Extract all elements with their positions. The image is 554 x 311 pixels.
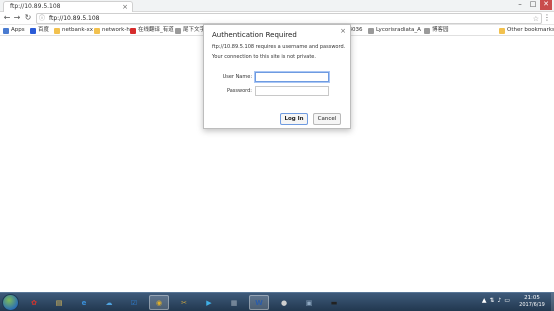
page-icon xyxy=(424,27,430,34)
screen: ftp://10.89.5.108 × – □ ✕ ← → ↻ ⓘ ftp://… xyxy=(0,0,554,311)
menu-dots-icon[interactable]: ⋮ xyxy=(543,13,551,23)
address-text: ftp://10.89.5.108 xyxy=(49,15,100,22)
tray-arrow-icon[interactable]: ▲ xyxy=(482,297,487,308)
close-icon[interactable]: × xyxy=(340,27,346,35)
username-input[interactable] xyxy=(255,72,329,82)
clock-date: 2017/6/19 xyxy=(519,302,545,308)
bookmark-cnblogs[interactable]: 博客园 xyxy=(424,25,449,36)
tools-icon[interactable]: ✂ xyxy=(174,295,194,310)
chrome-glyph: ◉ xyxy=(155,298,163,307)
network-glyph: ▣ xyxy=(305,298,313,307)
page-icon xyxy=(368,27,374,34)
chrome-icon[interactable]: ◉ xyxy=(149,295,169,310)
page-info-icon[interactable]: ⓘ xyxy=(39,14,45,24)
apps-icon xyxy=(3,27,9,34)
forward-arrow-icon[interactable]: → xyxy=(12,13,22,23)
terminal-glyph: ▬ xyxy=(330,298,338,307)
explorer-icon[interactable]: ▤ xyxy=(49,295,69,310)
calculator-glyph: ▦ xyxy=(230,298,238,307)
page-icon xyxy=(175,27,181,34)
volume-icon[interactable]: ♪ xyxy=(497,297,501,308)
dialog-warning: Your connection to this site is not priv… xyxy=(212,54,316,60)
bookmark-apps[interactable]: Apps xyxy=(3,25,25,36)
dialog-title: Authentication Required xyxy=(212,31,297,39)
paint-icon[interactable]: ● xyxy=(274,295,294,310)
close-window-button[interactable]: ✕ xyxy=(540,0,552,10)
cloud-icon[interactable]: ☁ xyxy=(99,295,119,310)
tab-strip: ftp://10.89.5.108 × – □ ✕ xyxy=(0,0,554,12)
ie-glyph: e xyxy=(81,298,87,307)
ie-icon[interactable]: e xyxy=(74,295,94,310)
paint-glyph: ● xyxy=(280,298,288,307)
minimize-button[interactable]: – xyxy=(514,0,526,10)
login-button[interactable]: Log In xyxy=(280,113,308,125)
clock[interactable]: 21:05 2017/6/19 xyxy=(514,295,550,309)
baidu-icon xyxy=(30,27,36,34)
calculator-icon[interactable]: ▦ xyxy=(224,295,244,310)
folder-icon xyxy=(499,27,505,34)
battery-icon[interactable]: ▭ xyxy=(504,297,510,308)
huawei-app-glyph: ✿ xyxy=(31,298,37,307)
reload-icon[interactable]: ↻ xyxy=(23,13,33,23)
network-tray-icon[interactable]: ⇅ xyxy=(489,297,494,308)
cloud-glyph: ☁ xyxy=(105,298,113,307)
browser-tab[interactable]: ftp://10.89.5.108 × xyxy=(3,1,133,12)
maximize-button[interactable]: □ xyxy=(527,0,539,10)
password-input[interactable] xyxy=(255,86,329,96)
media-player-glyph: ▶ xyxy=(206,298,212,307)
huawei-app-icon[interactable]: ✿ xyxy=(24,295,44,310)
media-player-icon[interactable]: ▶ xyxy=(199,295,219,310)
bookmark-other[interactable]: Other bookmarks xyxy=(499,25,554,36)
bookmark-youdao[interactable]: 在线翻译_有道 xyxy=(130,25,174,36)
network-icon[interactable]: ▣ xyxy=(299,295,319,310)
bookmark-baidu[interactable]: 百度 xyxy=(30,25,49,36)
username-label: User Name: xyxy=(222,74,252,80)
checklist-glyph: ☑ xyxy=(130,298,138,307)
password-label: Password: xyxy=(226,88,252,94)
system-tray: ▲ ⇅ ♪ ▭ xyxy=(482,297,510,308)
bookmark-lycoris[interactable]: Lycorisradiata_A xyxy=(368,25,421,36)
youdao-icon xyxy=(130,27,136,34)
folder-icon xyxy=(94,27,100,34)
address-bar[interactable]: ⓘ ftp://10.89.5.108 ☆ xyxy=(36,13,542,24)
bookmark-network[interactable]: network-h xyxy=(94,25,130,36)
bookmark-star-icon[interactable]: ☆ xyxy=(533,14,539,24)
tab-title: ftp://10.89.5.108 xyxy=(10,3,61,10)
bookmark-text[interactable]: 尾下文字 xyxy=(175,25,205,36)
window-controls: – □ ✕ xyxy=(514,0,552,10)
start-button[interactable] xyxy=(2,294,19,311)
clock-time: 21:05 xyxy=(524,295,540,301)
bookmark-netbank[interactable]: netbank-xx xyxy=(54,25,93,36)
taskbar: ✿ ▤ e ☁ ☑ ◉ ✂ ▶ ▦ W ● ▣ ▬ ▲ ⇅ ♪ ▭ 21:05 2017/6/19 xyxy=(0,292,554,311)
folder-icon xyxy=(54,27,60,34)
word-glyph: W xyxy=(255,298,263,307)
cancel-button[interactable]: Cancel xyxy=(313,113,341,125)
tools-glyph: ✂ xyxy=(181,298,187,307)
explorer-glyph: ▤ xyxy=(55,298,63,307)
checklist-icon[interactable]: ☑ xyxy=(124,295,144,310)
auth-dialog: × Authentication Required ftp://10.89.5.… xyxy=(203,24,351,129)
tab-close-icon[interactable]: × xyxy=(122,2,128,12)
back-arrow-icon[interactable]: ← xyxy=(2,13,12,23)
terminal-icon[interactable]: ▬ xyxy=(324,295,344,310)
dialog-message: ftp://10.89.5.108 requires a username an… xyxy=(212,44,346,50)
word-icon[interactable]: W xyxy=(249,295,269,310)
